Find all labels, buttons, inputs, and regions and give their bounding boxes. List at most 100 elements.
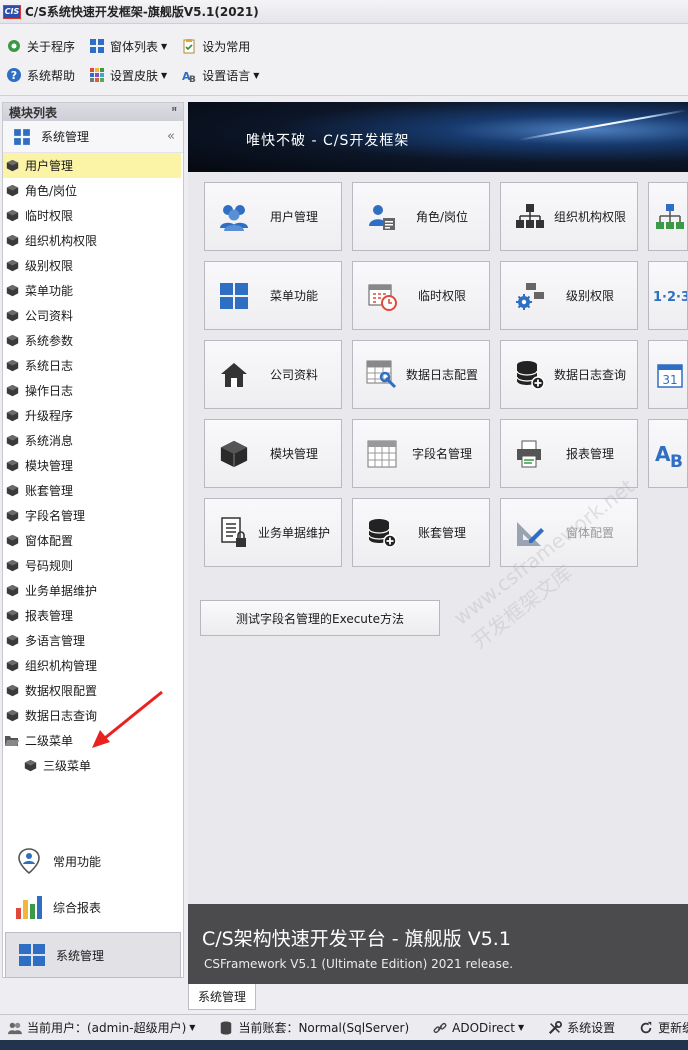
cube-icon xyxy=(5,609,19,623)
tile-table-grid-13[interactable]: 字段名管理 xyxy=(352,419,490,488)
tree-item[interactable]: 系统参数 xyxy=(3,328,183,353)
tree-item[interactable]: 报表管理 xyxy=(3,603,183,628)
tree-item[interactable]: 公司资料 xyxy=(3,303,183,328)
tree-item-label: 字段名管理 xyxy=(25,509,86,523)
group-header[interactable]: 系统管理 « xyxy=(3,121,183,153)
module-panel: 模块列表 ꟸ 系统管理 « 用户管理 角色/岗位 临时权限 组织机构权限 级别权限 菜单功… xyxy=(2,102,184,978)
tile-label: 模块管理 xyxy=(269,447,318,461)
tree-item[interactable]: 级别权限 xyxy=(3,253,183,278)
group-header-label: 系统管理 xyxy=(41,130,90,144)
folder-open-icon xyxy=(5,734,19,748)
tree-item[interactable]: 升级程序 xyxy=(3,403,183,428)
database-add-icon xyxy=(513,358,547,392)
tree-item[interactable]: 多语言管理 xyxy=(3,628,183,653)
tile-label: 账套管理 xyxy=(417,526,466,540)
cube-icon xyxy=(5,559,19,573)
tree-item[interactable]: 窗体配置 xyxy=(3,528,183,553)
tile-label: 级别权限 xyxy=(565,289,614,303)
collapse-icon[interactable]: « xyxy=(167,129,175,144)
skin-button[interactable]: 设置皮肤 ▼ xyxy=(89,67,167,84)
tools-icon xyxy=(548,1020,563,1035)
tree-item[interactable]: 操作日志 xyxy=(3,378,183,403)
tree-item-label: 报表管理 xyxy=(25,609,74,623)
tile-org-tree-3[interactable] xyxy=(648,182,688,251)
status-item-refresh[interactable]: 更新缓存数 xyxy=(639,1019,688,1036)
tile-label: 菜单功能 xyxy=(269,289,318,303)
tile-org-chart-2[interactable]: 组织机构权限 xyxy=(500,182,638,251)
tile-users-0[interactable]: 用户管理 xyxy=(204,182,342,251)
about-button[interactable]: 关于程序 xyxy=(6,38,75,55)
tile-windows-4[interactable]: 菜单功能 xyxy=(204,261,342,330)
tree-item[interactable]: 业务单据维护 xyxy=(3,578,183,603)
tree-item[interactable]: 账套管理 xyxy=(3,478,183,503)
language-button[interactable]: AB 设置语言 ▼ xyxy=(181,67,259,84)
home-icon xyxy=(217,358,251,392)
status-bar: 当前用户：(admin-超级用户) ▼ 当前账套：Normal(SqlServer)… xyxy=(0,1014,688,1040)
svg-text:A: A xyxy=(655,442,671,466)
tile-gear-blocks-6[interactable]: 级别权限 xyxy=(500,261,638,330)
tree-item[interactable]: 角色/岗位 xyxy=(3,178,183,203)
tree-subitem-label: 三级菜单 xyxy=(43,759,92,773)
tile-database-add-17[interactable]: 账套管理 xyxy=(352,498,490,567)
cube-icon xyxy=(5,659,19,673)
tile-printer-14[interactable]: 报表管理 xyxy=(500,419,638,488)
tile-calendar-clock-5[interactable]: 临时权限 xyxy=(352,261,490,330)
tree-item-label: 模块管理 xyxy=(25,459,74,473)
tile-calendar-31-11[interactable]: 31 xyxy=(648,340,688,409)
tree-item[interactable]: 用户管理 xyxy=(3,153,181,178)
form-list-button[interactable]: 窗体列表 ▼ xyxy=(89,38,167,55)
users-icon xyxy=(217,200,251,234)
tree-item[interactable]: 号码规则 xyxy=(3,553,183,578)
cube-icon xyxy=(5,209,19,223)
status-item-link[interactable]: ADODirect ▼ xyxy=(433,1021,524,1035)
pin-icon[interactable]: ꟸ xyxy=(171,107,177,117)
help-label: 系统帮助 xyxy=(27,68,76,83)
status-item-label: 更新缓存数 xyxy=(658,1021,688,1035)
svg-text:31: 31 xyxy=(662,373,677,387)
windows-icon xyxy=(217,279,251,313)
test-execute-button[interactable]: 测试字段名管理的Execute方法 xyxy=(200,600,440,636)
nav-system-label: 系统管理 xyxy=(56,948,105,963)
tree-item[interactable]: 系统消息 xyxy=(3,428,183,453)
tile-numbers-7[interactable]: 1·2·3 xyxy=(648,261,688,330)
about-label: 关于程序 xyxy=(27,39,76,54)
help-button[interactable]: ? 系统帮助 xyxy=(6,67,75,84)
status-item-users[interactable]: 当前用户：(admin-超级用户) ▼ xyxy=(8,1019,195,1036)
tile-home-8[interactable]: 公司资料 xyxy=(204,340,342,409)
ab-text-icon: AB xyxy=(653,437,687,471)
tile-database-add-10[interactable]: 数据日志查询 xyxy=(500,340,638,409)
tile-table-wrench-9[interactable]: 数据日志配置 xyxy=(352,340,490,409)
status-item-database[interactable]: 当前账套：Normal(SqlServer) xyxy=(219,1019,409,1036)
tree-item[interactable]: 组织机构权限 xyxy=(3,228,183,253)
tab-system-management[interactable]: 系统管理 xyxy=(188,984,256,1010)
tree-item[interactable]: 系统日志 xyxy=(3,353,183,378)
tree-subitem[interactable]: 三级菜单 xyxy=(3,753,183,778)
banner-text: 唯快不破 - C/S开发框架 xyxy=(246,133,410,149)
status-item-label: 当前用户：(admin-超级用户) xyxy=(27,1021,187,1035)
app-logo-icon: CIS xyxy=(3,4,21,19)
tile-document-lock-16[interactable]: 业务单据维护 xyxy=(204,498,342,567)
tile-ruler-pencil-18[interactable]: 窗体配置 xyxy=(500,498,638,567)
form-list-label: 窗体列表 xyxy=(110,39,159,54)
status-item-tools[interactable]: 系统设置 xyxy=(548,1019,615,1036)
tile-user-card-1[interactable]: 角色/岗位 xyxy=(352,182,490,251)
tree-item[interactable]: 临时权限 xyxy=(3,203,183,228)
cube-icon xyxy=(217,437,251,471)
nav-system-button[interactable]: 系统管理 xyxy=(5,932,181,978)
calendar-clock-icon xyxy=(365,279,399,313)
tile-label: 用户管理 xyxy=(269,210,318,224)
windows-icon xyxy=(18,941,46,969)
user-card-icon xyxy=(365,200,399,234)
tree-item[interactable]: 字段名管理 xyxy=(3,503,183,528)
nav-reports-button[interactable]: 综合报表 xyxy=(3,884,183,930)
cube-icon xyxy=(5,509,19,523)
tree-item[interactable]: 模块管理 xyxy=(3,453,183,478)
tree-item-label: 升级程序 xyxy=(25,409,74,423)
table-wrench-icon xyxy=(365,358,399,392)
set-favorite-button[interactable]: 设为常用 xyxy=(181,38,250,55)
tree-item[interactable]: 组织机构管理 xyxy=(3,653,183,678)
tree-item[interactable]: 菜单功能 xyxy=(3,278,183,303)
nav-favorites-button[interactable]: 常用功能 xyxy=(3,838,183,884)
tile-cube-12[interactable]: 模块管理 xyxy=(204,419,342,488)
tile-ab-text-15[interactable]: AB xyxy=(648,419,688,488)
